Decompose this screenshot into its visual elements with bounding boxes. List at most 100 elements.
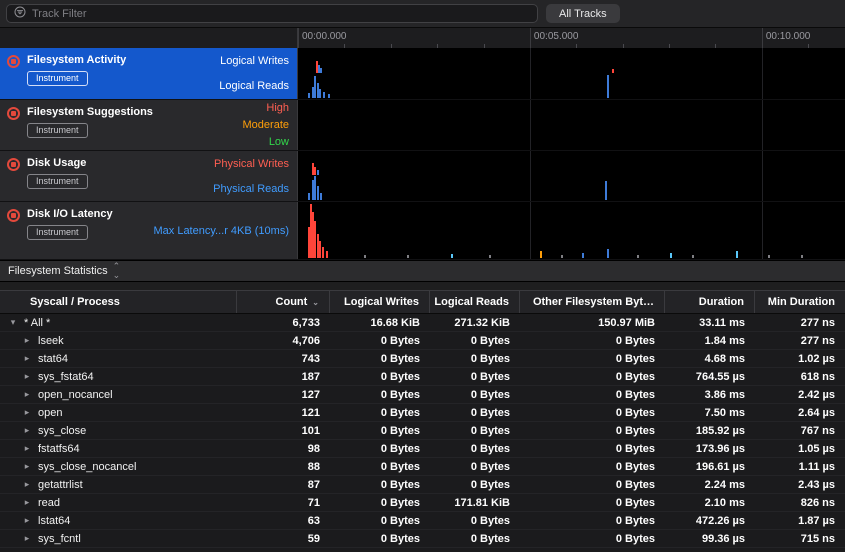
- value-cell: 2.43 µs: [755, 479, 845, 491]
- table-row-sys-close[interactable]: ▸sys_close1010 Bytes0 Bytes0 Bytes185.92…: [0, 422, 845, 440]
- column-header-min-duration[interactable]: Min Duration: [755, 291, 845, 313]
- syscall-name: fstatfs64: [38, 443, 80, 455]
- value-cell: 0 Bytes: [430, 335, 520, 347]
- filesystem-suggestions-instrument-icon: [7, 107, 20, 120]
- track-filesystem-activity[interactable]: Filesystem ActivityInstrumentLogical Wri…: [0, 48, 845, 100]
- track-filesystem-suggestions[interactable]: Filesystem SuggestionsInstrumentHighMode…: [0, 100, 845, 151]
- value-cell: 0 Bytes: [330, 407, 430, 419]
- value-cell: 0 Bytes: [430, 425, 520, 437]
- all-tracks-button[interactable]: All Tracks: [546, 4, 620, 23]
- graph-spike: [317, 170, 319, 175]
- lane-label-physical-writes: Physical Writes: [213, 151, 289, 176]
- detail-view-selector[interactable]: Filesystem Statistics: [8, 265, 108, 277]
- disclosure-triangle[interactable]: ▸: [22, 335, 32, 346]
- filesystem-activity-instrument-icon: [7, 55, 20, 68]
- disclosure-triangle[interactable]: ▸: [22, 533, 32, 544]
- syscall-name: sys_close: [38, 425, 86, 437]
- track-disk-usage[interactable]: Disk UsageInstrumentPhysical WritesPhysi…: [0, 151, 845, 202]
- track-graph-disk-i-o-latency[interactable]: [298, 202, 845, 259]
- value-cell: 173.96 µs: [665, 443, 755, 455]
- value-cell: 0 Bytes: [330, 389, 430, 401]
- instrument-badge: Instrument: [27, 225, 88, 240]
- lane-label-moderate: Moderate: [243, 117, 289, 134]
- graph-lane: [298, 48, 845, 74]
- value-cell: 0 Bytes: [430, 515, 520, 527]
- track-graph-filesystem-suggestions[interactable]: [298, 100, 845, 150]
- timeline-tick: [762, 28, 763, 48]
- value-cell: 0 Bytes: [520, 497, 665, 509]
- graph-spike: [605, 181, 607, 200]
- table-row-sys-fstat64[interactable]: ▸sys_fstat641870 Bytes0 Bytes0 Bytes764.…: [0, 368, 845, 386]
- graph-lane: [298, 117, 845, 134]
- disclosure-triangle[interactable]: ▸: [22, 371, 32, 382]
- value-cell: 271.32 KiB: [430, 317, 520, 329]
- track-header-filesystem-activity[interactable]: Filesystem ActivityInstrumentLogical Wri…: [0, 48, 298, 99]
- graph-spike: [768, 255, 770, 258]
- table-row-lstat64[interactable]: ▸lstat64630 Bytes0 Bytes0 Bytes472.26 µs…: [0, 512, 845, 530]
- syscall-name: lstat64: [38, 515, 70, 527]
- table-row-stat64[interactable]: ▸stat647430 Bytes0 Bytes0 Bytes4.68 ms1.…: [0, 350, 845, 368]
- value-cell: 0 Bytes: [430, 353, 520, 365]
- graph-spike: [736, 251, 738, 258]
- syscall-cell: ▸ lstat64: [0, 515, 237, 527]
- disclosure-triangle[interactable]: ▸: [22, 353, 32, 364]
- syscall-name: read: [38, 497, 60, 509]
- track-disk-i-o-latency[interactable]: Disk I/O LatencyInstrumentMax Latency...…: [0, 202, 845, 260]
- track-title: Filesystem Activity: [27, 54, 126, 66]
- track-graph-disk-usage[interactable]: [298, 151, 845, 201]
- value-cell: 764.55 µs: [665, 371, 755, 383]
- value-cell: 0 Bytes: [520, 461, 665, 473]
- value-cell: 16.68 KiB: [330, 317, 430, 329]
- table-row-fstatfs64[interactable]: ▸fstatfs64980 Bytes0 Bytes0 Bytes173.96 …: [0, 440, 845, 458]
- table-row-open[interactable]: ▸open1210 Bytes0 Bytes0 Bytes7.50 ms2.64…: [0, 404, 845, 422]
- track-header-disk-i-o-latency[interactable]: Disk I/O LatencyInstrumentMax Latency...…: [0, 202, 298, 259]
- syscall-name: sys_fcntl: [38, 533, 81, 545]
- graph-lane: [298, 176, 845, 201]
- detail-view-bar[interactable]: Filesystem Statistics ⌃⌄: [0, 260, 845, 282]
- table-row-sys-close-nocancel[interactable]: ▸sys_close_nocancel880 Bytes0 Bytes0 Byt…: [0, 458, 845, 476]
- disclosure-triangle[interactable]: ▾: [8, 317, 18, 328]
- table-row-open-nocancel[interactable]: ▸open_nocancel1270 Bytes0 Bytes0 Bytes3.…: [0, 386, 845, 404]
- track-title: Filesystem Suggestions: [27, 106, 153, 118]
- track-filter-field[interactable]: [6, 4, 538, 23]
- timeline-ruler[interactable]: 00:00.00000:05.00000:10.000: [298, 28, 845, 48]
- syscall-cell: ▸ read: [0, 497, 237, 509]
- column-header-other-filesystem-byt[interactable]: Other Filesystem Byt…: [520, 291, 665, 313]
- disclosure-triangle[interactable]: ▸: [22, 461, 32, 472]
- disclosure-triangle[interactable]: ▸: [22, 479, 32, 490]
- syscall-name: * All *: [24, 317, 50, 329]
- syscall-name: stat64: [38, 353, 68, 365]
- track-title: Disk I/O Latency: [27, 208, 113, 220]
- timeline-tick-label: 00:10.000: [766, 31, 811, 42]
- disclosure-triangle[interactable]: ▸: [22, 443, 32, 454]
- value-cell: 0 Bytes: [520, 389, 665, 401]
- detail-gap: [0, 282, 845, 290]
- disclosure-triangle[interactable]: ▸: [22, 515, 32, 526]
- table-row-read[interactable]: ▸read710 Bytes171.81 KiB0 Bytes2.10 ms82…: [0, 494, 845, 512]
- value-cell: 767 ns: [755, 425, 845, 437]
- syscall-cell: ▸ sys_fcntl: [0, 533, 237, 545]
- column-header-logical-writes[interactable]: Logical Writes: [330, 291, 430, 313]
- column-header-duration[interactable]: Duration: [665, 291, 755, 313]
- graph-spike: [326, 251, 328, 258]
- disclosure-triangle[interactable]: ▸: [22, 389, 32, 400]
- value-cell: 826 ns: [755, 497, 845, 509]
- track-header-disk-usage[interactable]: Disk UsageInstrumentPhysical WritesPhysi…: [0, 151, 298, 201]
- table-row-getattrlist[interactable]: ▸getattrlist870 Bytes0 Bytes0 Bytes2.24 …: [0, 476, 845, 494]
- column-header-syscall-process[interactable]: Syscall / Process: [0, 291, 237, 313]
- toolbar: All Tracks: [0, 0, 845, 28]
- statistics-table-header: Syscall / ProcessCount⌄Logical WritesLog…: [0, 290, 845, 314]
- timeline-tick-label: 00:05.000: [534, 31, 579, 42]
- table-row-lseek[interactable]: ▸lseek4,7060 Bytes0 Bytes0 Bytes1.84 ms2…: [0, 332, 845, 350]
- disclosure-triangle[interactable]: ▸: [22, 407, 32, 418]
- track-graph-filesystem-activity[interactable]: [298, 48, 845, 99]
- disclosure-triangle[interactable]: ▸: [22, 497, 32, 508]
- column-header-count[interactable]: Count⌄: [237, 291, 330, 313]
- value-cell: 0 Bytes: [520, 515, 665, 527]
- track-header-filesystem-suggestions[interactable]: Filesystem SuggestionsInstrumentHighMode…: [0, 100, 298, 150]
- disclosure-triangle[interactable]: ▸: [22, 425, 32, 436]
- track-filter-input[interactable]: [32, 8, 530, 20]
- table-row-sys-fcntl[interactable]: ▸sys_fcntl590 Bytes0 Bytes0 Bytes99.36 µ…: [0, 530, 845, 548]
- column-header-logical-reads[interactable]: Logical Reads: [430, 291, 520, 313]
- table-row-all[interactable]: ▾* All *6,73316.68 KiB271.32 KiB150.97 M…: [0, 314, 845, 332]
